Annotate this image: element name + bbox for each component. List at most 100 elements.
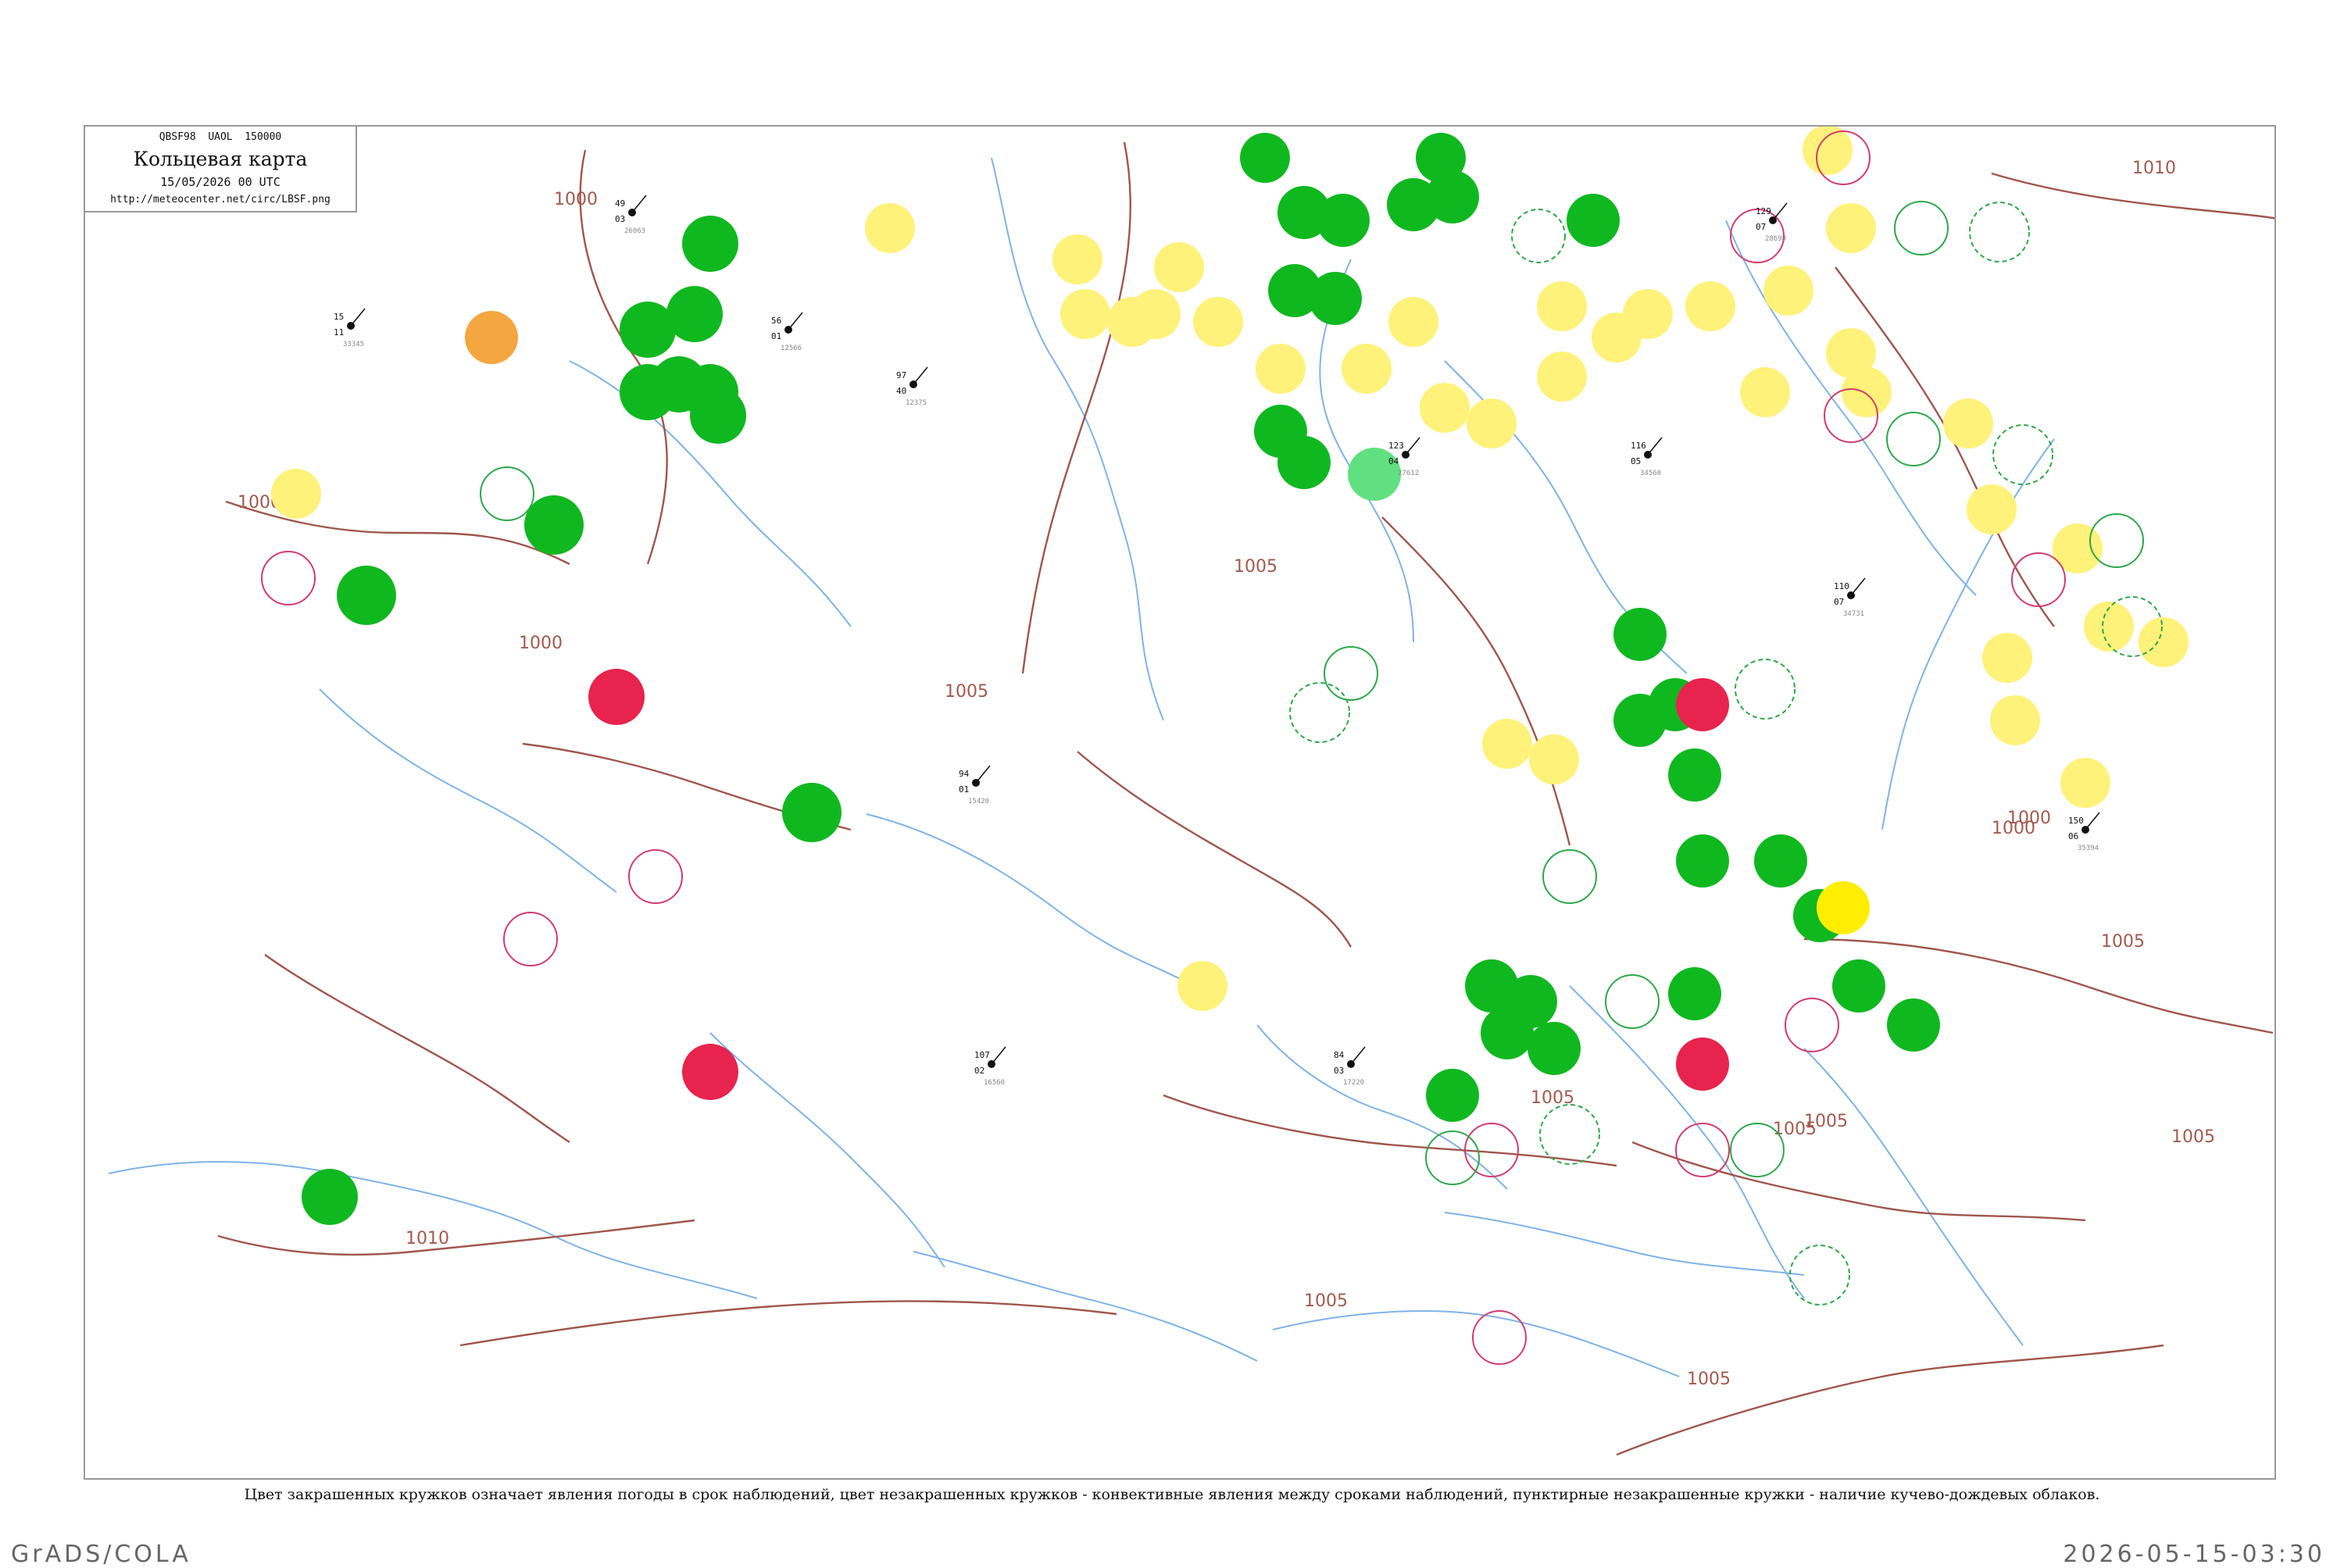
station-temp: 150 <box>2068 816 2084 826</box>
isobar-label: 1005 <box>1234 557 1277 577</box>
filled-circle-yellow[interactable] <box>1623 289 1673 339</box>
filled-circle-green[interactable] <box>1317 194 1370 247</box>
ring-green[interactable] <box>1605 974 1660 1029</box>
filled-circle-yellow[interactable] <box>1342 344 1392 394</box>
filled-circle-yellow[interactable] <box>1256 344 1306 394</box>
filled-circle-red[interactable] <box>588 669 645 725</box>
filled-circle-yellow[interactable] <box>865 203 915 253</box>
filled-circle-green[interactable] <box>782 783 841 842</box>
station-plot[interactable]: 107 02 16560 <box>974 1046 1006 1087</box>
filled-circle-green[interactable] <box>1387 178 1440 231</box>
filled-circle-yellow[interactable] <box>1131 289 1181 339</box>
filled-circle-green[interactable] <box>1416 133 1466 183</box>
station-plot[interactable]: 150 06 35394 <box>2068 812 2100 852</box>
filled-circle-green[interactable] <box>1277 436 1331 489</box>
filled-circle-green[interactable] <box>302 1169 358 1225</box>
ring-green-dashed[interactable] <box>1969 202 2030 263</box>
filled-circle-yellow[interactable] <box>2060 758 2110 808</box>
station-plot[interactable]: 110 07 34731 <box>1834 577 1866 618</box>
filled-circle-red[interactable] <box>1676 1038 1729 1091</box>
filled-circle-yellow[interactable] <box>1537 281 1587 331</box>
ring-red[interactable] <box>503 912 558 966</box>
filled-circle-green[interactable] <box>337 566 396 625</box>
filled-circle-yellow[interactable] <box>1803 127 1853 175</box>
filled-circle-green[interactable] <box>1676 834 1729 888</box>
ring-green-dashed[interactable] <box>1289 682 1350 743</box>
ring-green[interactable] <box>1511 209 1566 263</box>
filled-circle-yellow[interactable] <box>1990 695 2040 745</box>
filled-circle-yellow[interactable] <box>1842 367 1892 417</box>
filled-circle-yellow[interactable] <box>1482 719 1532 769</box>
bulletin-codes: QBSF98 UAOL 150000 <box>159 131 282 143</box>
filled-circle-yellow[interactable] <box>1060 289 1110 339</box>
filled-circle-green[interactable] <box>1887 998 1940 1052</box>
station-plot[interactable]: 129 07 28698 <box>1756 202 1788 243</box>
ring-green[interactable] <box>480 466 534 521</box>
filled-circle-green[interactable] <box>1309 272 1362 325</box>
station-plot[interactable]: 56 01 12566 <box>771 312 803 352</box>
filled-circle-yellow[interactable] <box>2139 617 2189 667</box>
river-line <box>709 1032 945 1268</box>
filled-circle-orange[interactable] <box>465 311 518 364</box>
ring-red[interactable] <box>1472 1310 1527 1365</box>
ring-green[interactable] <box>1542 849 1597 904</box>
filled-circle-green[interactable] <box>1528 1022 1581 1075</box>
station-dew: 40 <box>896 386 906 396</box>
filled-circle-green[interactable] <box>1426 1069 1479 1122</box>
filled-circle-yellow[interactable] <box>1982 633 2032 683</box>
filled-circle-green[interactable] <box>1668 967 1721 1020</box>
ring-green[interactable] <box>1425 1130 1480 1185</box>
filled-circle-green[interactable] <box>1567 194 1620 247</box>
ring-red[interactable] <box>628 849 683 904</box>
filled-circle-green[interactable] <box>690 388 746 444</box>
filled-circle-yellow[interactable] <box>1388 297 1438 347</box>
ring-green-dashed[interactable] <box>1735 659 1796 720</box>
filled-circle-yellow[interactable] <box>1467 398 1517 448</box>
filled-circle-yellow[interactable] <box>1193 297 1243 347</box>
filled-circle-green[interactable] <box>682 216 738 272</box>
ring-green-dashed[interactable] <box>1539 1104 1600 1165</box>
ring-red[interactable] <box>261 551 316 605</box>
filled-circle-yellow[interactable] <box>1177 961 1227 1011</box>
filled-circle-red[interactable] <box>682 1044 738 1100</box>
filled-circle-yellow[interactable] <box>1685 281 1735 331</box>
ring-green[interactable] <box>1730 1123 1785 1177</box>
weather-map[interactable]: 1000 1000 1000 1000 1005 1005 1005 1005 … <box>85 127 2276 1480</box>
filled-circle-green[interactable] <box>1240 133 1290 183</box>
filled-circle-yellow[interactable] <box>1537 352 1587 402</box>
filled-circle-yellow[interactable] <box>1052 234 1102 284</box>
filled-circle-yellow[interactable] <box>1740 367 1790 417</box>
station-plot[interactable]: 49 03 26063 <box>615 195 647 235</box>
source-url[interactable]: http://meteocenter.net/circ/LBSF.png <box>85 194 356 205</box>
ring-red[interactable] <box>1785 998 1839 1052</box>
filled-circle-yellow[interactable] <box>1529 734 1579 784</box>
ring-green[interactable] <box>1894 201 1949 255</box>
filled-circle-yellow[interactable] <box>1967 484 2017 534</box>
ring-red[interactable] <box>2011 552 2066 607</box>
filled-circle-green[interactable] <box>1832 959 1885 1013</box>
filled-circle-red[interactable] <box>1676 678 1729 731</box>
station-plot[interactable]: 116 05 34560 <box>1631 437 1663 477</box>
filled-circle-bright-yellow[interactable] <box>1817 881 1870 934</box>
station-plot[interactable]: 15 11 33345 <box>334 308 366 348</box>
filled-circle-yellow[interactable] <box>1420 383 1470 433</box>
filled-circle-yellow[interactable] <box>1763 266 1813 316</box>
filled-circle-green[interactable] <box>666 286 723 342</box>
ring-green[interactable] <box>1324 646 1378 701</box>
station-temp: 107 <box>974 1050 990 1060</box>
filled-circle-green[interactable] <box>1754 834 1807 888</box>
station-plot[interactable]: 97 40 12375 <box>896 366 928 407</box>
filled-circle-green[interactable] <box>1668 748 1721 802</box>
filled-circle-green[interactable] <box>1481 1006 1534 1059</box>
filled-circle-yellow[interactable] <box>1943 398 1993 448</box>
filled-circle-green[interactable] <box>1613 608 1667 661</box>
station-id: 34560 <box>1640 470 1661 477</box>
filled-circle-yellow[interactable] <box>1154 242 1204 292</box>
filled-circle-green[interactable] <box>524 495 584 555</box>
ring-green[interactable] <box>1886 412 1941 466</box>
filled-circle-yellow[interactable] <box>271 469 321 519</box>
station-plot[interactable]: 84 03 17220 <box>1334 1046 1366 1087</box>
filled-circle-yellow[interactable] <box>1826 203 1876 253</box>
station-plot[interactable]: 94 01 15420 <box>959 765 991 805</box>
filled-circle-yellow[interactable] <box>2053 523 2103 573</box>
